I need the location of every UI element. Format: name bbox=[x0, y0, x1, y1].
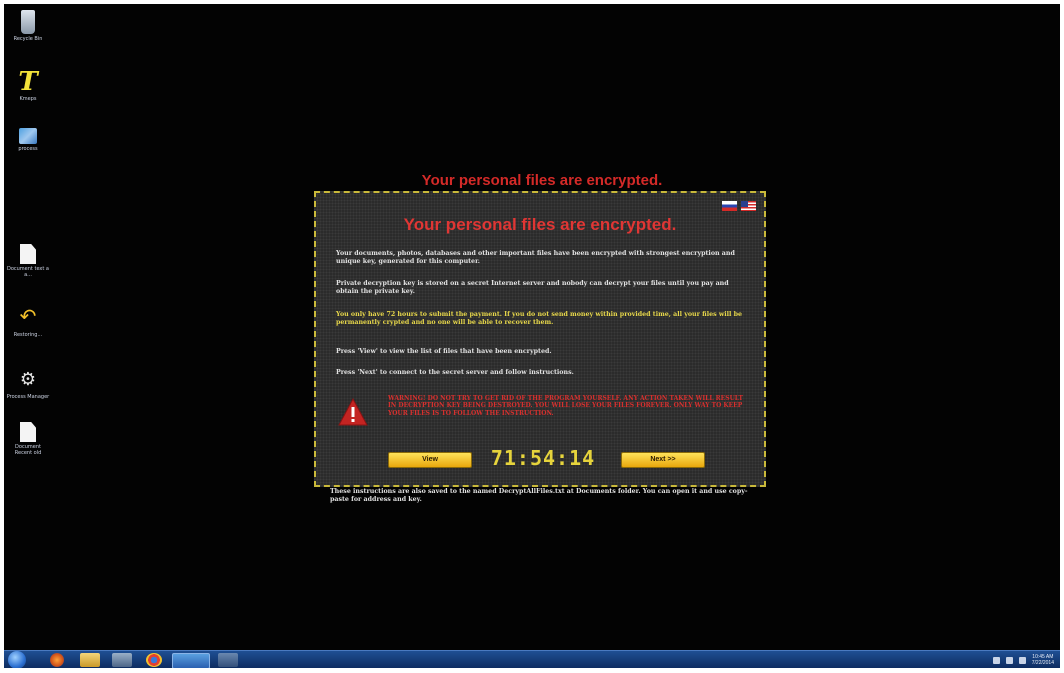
system-tray: 10:45 AM 7/22/2014 bbox=[992, 654, 1054, 666]
desktop-icon-label: process bbox=[18, 146, 38, 152]
document-icon bbox=[20, 422, 36, 442]
paragraph-view-instruction: Press 'View' to view the list of files t… bbox=[336, 348, 552, 355]
next-button[interactable]: Next >> bbox=[621, 452, 705, 468]
taskbar-window-button[interactable] bbox=[172, 653, 210, 668]
paragraph-next-instruction: Press 'Next' to connect to the secret se… bbox=[336, 369, 574, 376]
warning-icon bbox=[338, 397, 368, 426]
paragraph-encryption-info: Your documents, photos, databases and ot… bbox=[336, 250, 735, 265]
desktop-icon-label: Restoring... bbox=[13, 332, 43, 338]
window-title: Your personal files are encrypted. bbox=[403, 215, 677, 234]
countdown-timer: 71:54:14 bbox=[490, 446, 596, 470]
start-button-icon[interactable] bbox=[8, 651, 26, 668]
desktop-icon-kmeps[interactable]: T Kmeps bbox=[6, 67, 50, 102]
taskbar: 10:45 AM 7/22/2014 bbox=[4, 650, 1060, 668]
recycle-bin-icon bbox=[21, 10, 35, 34]
computer-icon bbox=[19, 128, 37, 144]
file-explorer-icon[interactable] bbox=[80, 653, 100, 667]
media-player-icon[interactable] bbox=[112, 653, 132, 667]
desktop-icon-label: Document Recent old bbox=[14, 444, 42, 456]
flag-tray-icon[interactable] bbox=[992, 656, 1000, 664]
desktop-icon-restoring[interactable]: ↶ Restoring... bbox=[6, 306, 50, 338]
desktop-icon-document[interactable]: Document text a a... bbox=[6, 244, 50, 278]
paragraph-deadline: You only have 72 hours to submit the pay… bbox=[336, 311, 743, 326]
document-icon bbox=[20, 244, 36, 264]
view-button[interactable]: View bbox=[388, 452, 472, 468]
taskbar-app-icon[interactable] bbox=[218, 653, 238, 667]
paragraph-private-key: Private decryption key is stored on a se… bbox=[336, 280, 729, 295]
restore-icon: ↶ bbox=[19, 306, 37, 328]
desktop: Recycle Bin T Kmeps process Document tex… bbox=[4, 4, 1060, 668]
language-flags bbox=[722, 201, 756, 211]
chrome-icon[interactable] bbox=[146, 653, 162, 667]
desktop-icon-process[interactable]: process bbox=[6, 128, 50, 152]
instructions-footnote: These instructions are also saved to the… bbox=[330, 488, 748, 503]
desktop-icon-label: Recycle Bin bbox=[13, 36, 43, 42]
manager-icon: ⚙ bbox=[19, 369, 37, 389]
volume-icon[interactable] bbox=[1018, 656, 1026, 664]
ransom-window: Your personal files are encrypted. Your … bbox=[314, 191, 766, 487]
russian-flag-icon[interactable] bbox=[722, 201, 737, 211]
desktop-icon-label: Document text a a... bbox=[6, 266, 49, 278]
network-icon[interactable] bbox=[1005, 656, 1013, 664]
desktop-icon-label: Process Manager bbox=[6, 394, 50, 400]
clock[interactable]: 10:45 AM 7/22/2014 bbox=[1032, 654, 1054, 666]
desktop-icon-process-manager[interactable]: ⚙ Process Manager bbox=[6, 368, 50, 400]
typora-icon: T bbox=[18, 67, 38, 97]
firefox-icon[interactable] bbox=[50, 653, 64, 667]
clock-date: 7/22/2014 bbox=[1031, 660, 1054, 666]
outer-title: Your personal files are encrypted. bbox=[421, 172, 663, 189]
desktop-icon-document-recent[interactable]: Document Recent old bbox=[6, 422, 50, 456]
warning-text: WARNING! DO NOT TRY TO GET RID OF THE PR… bbox=[388, 395, 743, 417]
us-flag-icon[interactable] bbox=[741, 201, 756, 211]
desktop-icon-recycle-bin[interactable]: Recycle Bin bbox=[6, 10, 50, 42]
